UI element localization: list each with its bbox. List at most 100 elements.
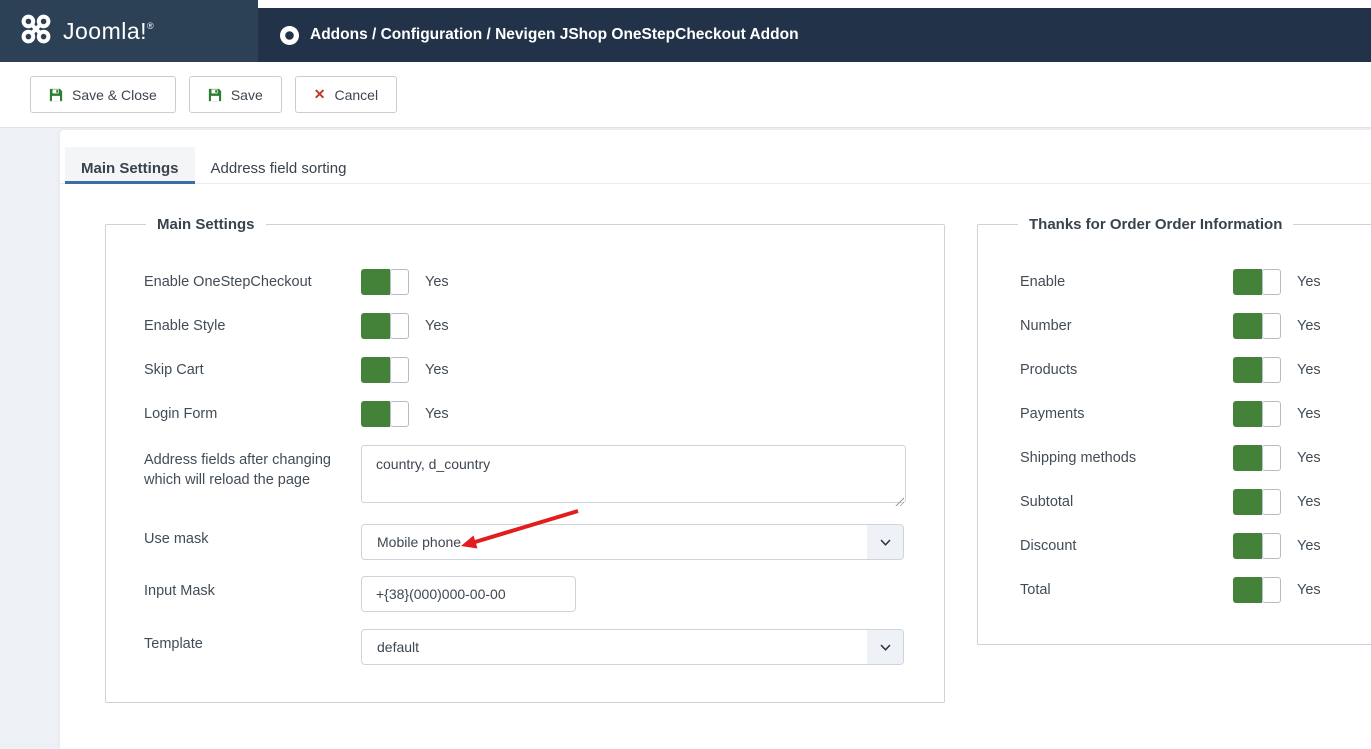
field-row: Number Yes: [1020, 313, 1371, 339]
field-row: Payments Yes: [1020, 401, 1371, 427]
thanks-order-fieldset: Thanks for Order Order Information Enabl…: [977, 215, 1371, 645]
toggle-login-form[interactable]: [361, 401, 409, 427]
tab-main-settings[interactable]: Main Settings: [65, 147, 195, 184]
use-mask-select[interactable]: Mobile phone: [361, 524, 904, 560]
field-row: Subtotal Yes: [1020, 489, 1371, 515]
toggle-thanks-subtotal[interactable]: [1233, 489, 1281, 515]
tab-address-field-sorting[interactable]: Address field sorting: [195, 147, 363, 184]
registered-mark: ®: [147, 20, 155, 31]
toggle-track-on: [1233, 445, 1262, 471]
joomla-logo-text: Joomla!®: [63, 17, 155, 44]
toggle-track-on: [1233, 533, 1262, 559]
save-and-close-button[interactable]: Save & Close: [30, 76, 176, 113]
toggle-state-label: Yes: [1297, 274, 1321, 290]
toggle-knob: [390, 357, 409, 383]
toggle-track-on: [1233, 313, 1262, 339]
select-value: default: [377, 639, 420, 655]
toggle-knob: [1262, 533, 1281, 559]
chevron-down-icon: [867, 525, 903, 559]
field-row: Enable OneStepCheckout Yes: [144, 269, 904, 295]
field-label: Template: [144, 636, 203, 652]
fieldset-legend: Thanks for Order Order Information: [1018, 215, 1294, 235]
field-label: Skip Cart: [144, 361, 204, 378]
select-value: Mobile phone: [377, 534, 462, 550]
field-row: Products Yes: [1020, 357, 1371, 383]
field-row: Enable Yes: [1020, 269, 1371, 295]
toggle-track-on: [1233, 577, 1262, 603]
toggle-knob: [1262, 577, 1281, 603]
toggle-thanks-enable[interactable]: [1233, 269, 1281, 295]
toggle-state-label: Yes: [1297, 582, 1321, 598]
tab-bar: Main Settings Address field sorting: [65, 147, 362, 184]
toggle-thanks-discount[interactable]: [1233, 533, 1281, 559]
field-row: Skip Cart Yes: [144, 357, 904, 383]
toggle-knob: [1262, 357, 1281, 383]
field-label: Payments: [1020, 405, 1085, 422]
toggle-track-on: [1233, 489, 1262, 515]
field-label: Enable: [1020, 273, 1066, 290]
toggle-knob: [1262, 489, 1281, 515]
toggle-thanks-number[interactable]: [1233, 313, 1281, 339]
joomla-logo-icon: [20, 13, 52, 50]
toggle-track-on: [361, 401, 390, 427]
save-icon: [49, 88, 63, 102]
field-row: Enable Style Yes: [144, 313, 904, 339]
cancel-icon: ✕: [313, 86, 326, 102]
chevron-down-icon: [867, 630, 903, 664]
toggle-track-on: [361, 269, 390, 295]
field-label: Input Mask: [144, 583, 215, 599]
button-label: Save & Close: [72, 86, 157, 103]
field-row: Login Form Yes: [144, 401, 904, 427]
toggle-knob: [390, 401, 409, 427]
toggle-knob: [390, 313, 409, 339]
breadcrumb-bar: Addons / Configuration / Nevigen JShop O…: [258, 8, 1371, 62]
toggle-thanks-payments[interactable]: [1233, 401, 1281, 427]
main-settings-fieldset: Main Settings Enable OneStepCheckout Yes…: [105, 215, 945, 703]
toggle-thanks-shipping-methods[interactable]: [1233, 445, 1281, 471]
field-label: Shipping methods: [1020, 449, 1137, 466]
toggle-state-label: Yes: [425, 406, 449, 422]
toggle-state-label: Yes: [425, 362, 449, 378]
toggle-state-label: Yes: [425, 318, 449, 334]
toggle-track-on: [361, 313, 390, 339]
toggle-state-label: Yes: [1297, 494, 1321, 510]
field-label: Enable OneStepCheckout: [144, 273, 312, 290]
field-label: Products: [1020, 361, 1078, 378]
joomla-logo-link[interactable]: Joomla!®: [0, 0, 258, 62]
toggle-skip-cart[interactable]: [361, 357, 409, 383]
toggle-track-on: [1233, 269, 1262, 295]
breadcrumb: Addons / Configuration / Nevigen JShop O…: [310, 26, 799, 43]
toggle-knob: [1262, 445, 1281, 471]
toggle-enable-style[interactable]: [361, 313, 409, 339]
button-label: Cancel: [334, 86, 379, 103]
toggle-state-label: Yes: [1297, 362, 1321, 378]
field-label: Enable Style: [144, 317, 226, 334]
save-icon: [208, 88, 222, 102]
field-row: Total Yes: [1020, 577, 1371, 603]
cancel-button[interactable]: ✕ Cancel: [294, 76, 398, 113]
input-mask-field[interactable]: [361, 576, 576, 612]
toggle-enable-onestepcheckout[interactable]: [361, 269, 409, 295]
field-label: Discount: [1020, 537, 1077, 554]
textarea-wrap: country, d_country: [361, 445, 906, 508]
field-label: Number: [1020, 317, 1072, 334]
toggle-state-label: Yes: [1297, 318, 1321, 334]
toggle-thanks-products[interactable]: [1233, 357, 1281, 383]
field-row: Input Mask: [144, 576, 904, 612]
address-fields-textarea[interactable]: country, d_country: [361, 445, 906, 503]
toggle-track-on: [1233, 357, 1262, 383]
toggle-state-label: Yes: [1297, 450, 1321, 466]
toggle-track-on: [361, 357, 390, 383]
toggle-thanks-total[interactable]: [1233, 577, 1281, 603]
toggle-state-label: Yes: [1297, 538, 1321, 554]
toggle-state-label: Yes: [425, 274, 449, 290]
field-label: Address fields after changing which will…: [144, 452, 331, 489]
field-row: Template default: [144, 629, 904, 665]
template-select[interactable]: default: [361, 629, 904, 665]
field-label: Subtotal: [1020, 493, 1074, 510]
field-label: Use mask: [144, 531, 209, 547]
save-button[interactable]: Save: [188, 76, 282, 113]
toggle-state-label: Yes: [1297, 406, 1321, 422]
field-row: Use mask Mobile phone: [144, 524, 904, 560]
field-row: Discount Yes: [1020, 533, 1371, 559]
